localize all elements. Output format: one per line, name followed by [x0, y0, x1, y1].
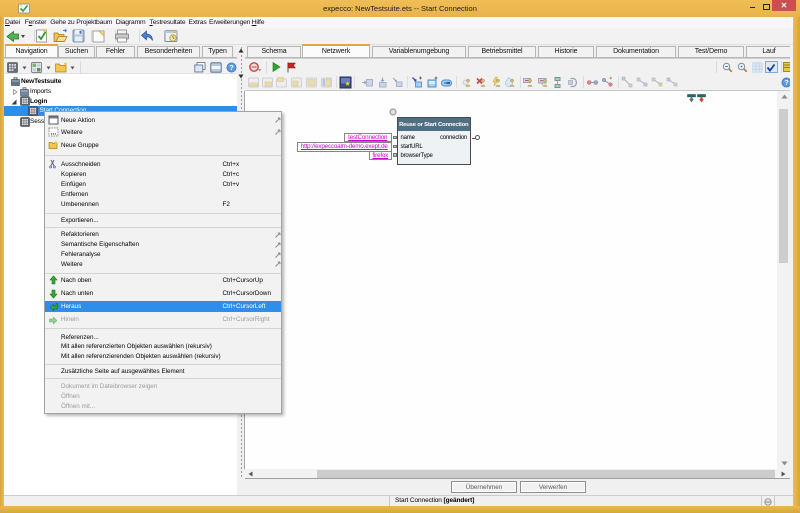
- svg-text:?: ?: [784, 78, 789, 87]
- svg-text:?: ?: [229, 63, 234, 72]
